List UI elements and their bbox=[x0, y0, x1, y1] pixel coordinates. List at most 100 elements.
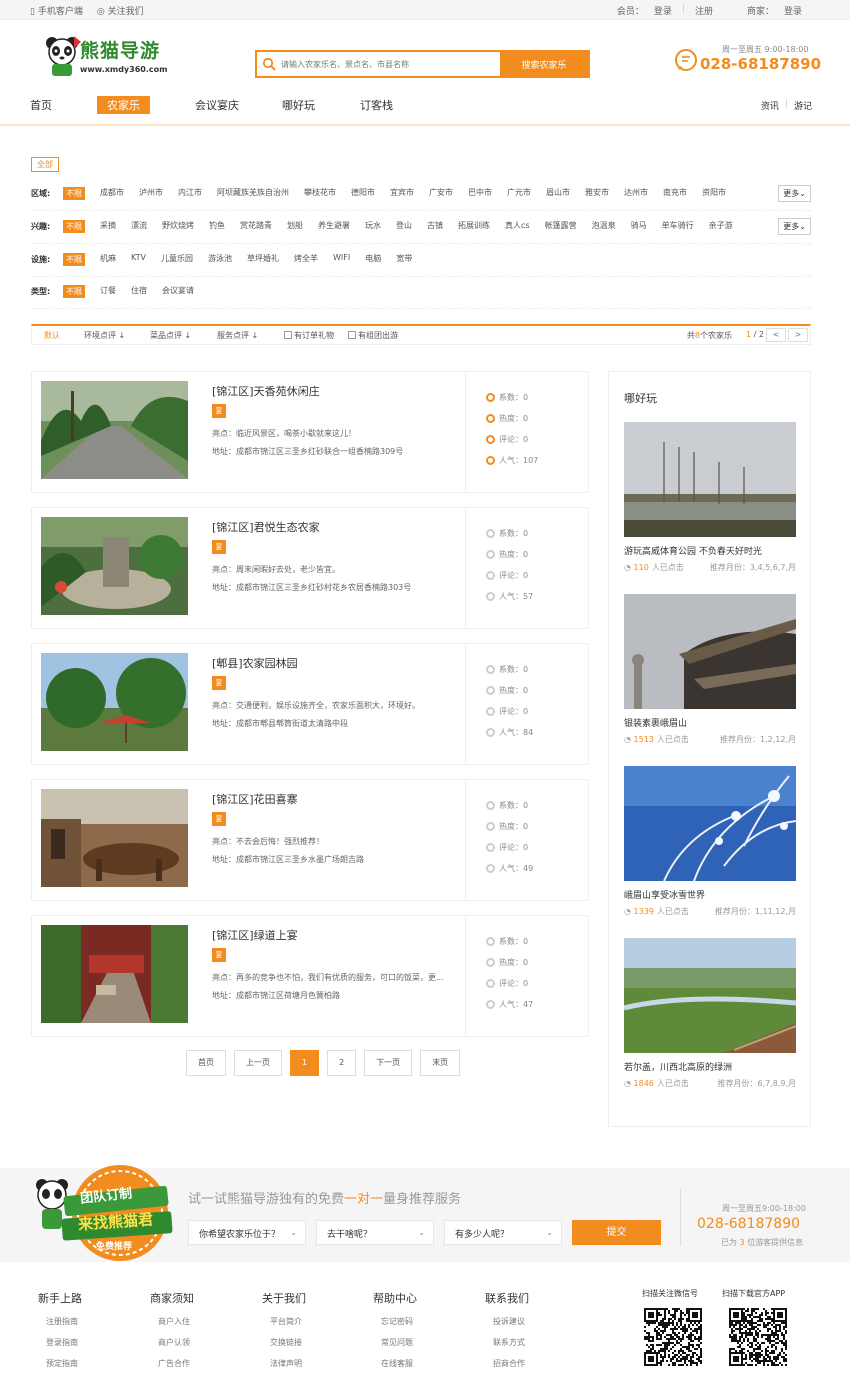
footer-link[interactable]: 投诉建议 bbox=[485, 1316, 529, 1327]
member-register-link[interactable]: 注册 bbox=[695, 4, 713, 17]
site-logo[interactable]: 熊猫导游 www.xmdy360.com bbox=[44, 34, 167, 80]
filter-option[interactable]: 拓展训练 bbox=[458, 220, 490, 233]
filter-option[interactable]: 采摘 bbox=[100, 220, 116, 233]
listing-name[interactable]: [锦江区]绿道上宴 bbox=[212, 927, 298, 943]
spot-card[interactable]: 若尔盖，川西北高原的绿洲 ◔ 1846 人已点击 推荐月份：6,7,8,9,月 bbox=[624, 938, 796, 1089]
filter-option[interactable]: 眉山市 bbox=[546, 187, 570, 200]
spot-name[interactable]: 银装素裹峨眉山 bbox=[624, 716, 796, 729]
spot-photo[interactable] bbox=[624, 422, 796, 537]
footer-link[interactable]: 广告合作 bbox=[150, 1358, 194, 1369]
filter-option[interactable]: 内江市 bbox=[178, 187, 202, 200]
footer-link[interactable]: 注册指南 bbox=[38, 1316, 82, 1327]
people-select[interactable]: 有多少人呢？ ⌄ bbox=[444, 1220, 562, 1245]
filter-option[interactable]: 德阳市 bbox=[351, 187, 375, 200]
spot-card[interactable]: 银装素裹峨眉山 ◔ 1513 人已点击 推荐月份：1,2,12,月 bbox=[624, 594, 796, 745]
filter-option[interactable]: 达州市 bbox=[624, 187, 648, 200]
footer-link[interactable]: 常见问题 bbox=[373, 1337, 417, 1348]
submit-button[interactable]: 提交 bbox=[572, 1220, 661, 1245]
sort-default[interactable]: 默认 bbox=[44, 330, 60, 341]
filter-option[interactable]: 亲子游 bbox=[709, 220, 733, 233]
footer-link[interactable]: 预定指南 bbox=[38, 1358, 82, 1369]
filter-option[interactable]: 广安市 bbox=[429, 187, 453, 200]
filter-option[interactable]: 玩水 bbox=[365, 220, 381, 233]
follow-us-link[interactable]: ◎ 关注我们 bbox=[97, 4, 144, 17]
footer-link[interactable]: 商户入住 bbox=[150, 1316, 194, 1327]
nav-book-inn[interactable]: 订客栈 bbox=[350, 96, 403, 114]
filter-option[interactable]: 不限 bbox=[63, 220, 85, 233]
spot-photo[interactable] bbox=[624, 766, 796, 881]
pager-page-2[interactable]: 2 bbox=[327, 1050, 357, 1076]
spot-name[interactable]: 峨眉山享受冰雪世界 bbox=[624, 888, 796, 901]
mobile-client-link[interactable]: ▯ 手机客户端 bbox=[30, 4, 83, 17]
filter-option[interactable]: 广元市 bbox=[507, 187, 531, 200]
filter-option[interactable]: 登山 bbox=[396, 220, 412, 233]
filter-option[interactable]: 儿童乐园 bbox=[161, 253, 193, 266]
member-login-link[interactable]: 登录 bbox=[654, 4, 672, 17]
sort-service[interactable]: 服务点评 ↓ bbox=[217, 330, 258, 341]
filter-option[interactable]: 南充市 bbox=[663, 187, 687, 200]
filter-option[interactable]: WIFI bbox=[333, 253, 350, 266]
nav-farmhouse[interactable]: 农家乐 bbox=[97, 96, 150, 114]
filter-option[interactable]: 成都市 bbox=[100, 187, 124, 200]
filter-option[interactable]: 雅安市 bbox=[585, 187, 609, 200]
nav-meeting-banquet[interactable]: 会议宴庆 bbox=[185, 96, 249, 114]
filter-option[interactable]: 电脑 bbox=[365, 253, 381, 266]
filter-option[interactable]: 阿坝藏族羌族自治州 bbox=[217, 187, 289, 200]
pager-last[interactable]: 末页 bbox=[420, 1050, 461, 1076]
filter-option[interactable]: 住宿 bbox=[131, 285, 147, 298]
filter-option[interactable]: KTV bbox=[131, 253, 146, 266]
filter-option[interactable]: 不限 bbox=[63, 253, 85, 266]
pager-next[interactable]: 下一页 bbox=[364, 1050, 413, 1076]
filter-option[interactable]: 骑马 bbox=[631, 220, 647, 233]
listing-photo[interactable] bbox=[41, 925, 188, 1023]
filter-option[interactable]: 机麻 bbox=[100, 253, 116, 266]
filter-option[interactable]: 不限 bbox=[63, 187, 85, 200]
filter-option[interactable]: 泸州市 bbox=[139, 187, 163, 200]
filter-option[interactable]: 游泳池 bbox=[208, 253, 232, 266]
footer-link[interactable]: 登录指南 bbox=[38, 1337, 82, 1348]
filter-gift-checkbox[interactable]: 有订单礼物 bbox=[284, 330, 334, 341]
listing-name[interactable]: [郫县]农家园林园 bbox=[212, 655, 298, 671]
filter-option[interactable]: 养生避暑 bbox=[318, 220, 350, 233]
sort-environment[interactable]: 环境点评 ↓ bbox=[84, 330, 125, 341]
footer-link[interactable]: 商户认领 bbox=[150, 1337, 194, 1348]
filter-group-checkbox[interactable]: 有组团出游 bbox=[348, 330, 398, 341]
spot-card[interactable]: 峨眉山享受冰雪世界 ◔ 1339 人已点击 推荐月份：1,11,12,月 bbox=[624, 766, 796, 917]
filter-option[interactable]: 泡温泉 bbox=[592, 220, 616, 233]
footer-link[interactable]: 在线客服 bbox=[373, 1358, 417, 1369]
search-button[interactable]: 搜索农家乐 bbox=[500, 52, 588, 76]
filter-option[interactable]: 漂流 bbox=[131, 220, 147, 233]
filter-option[interactable]: 不限 bbox=[63, 285, 85, 298]
footer-link[interactable]: 交换链接 bbox=[262, 1337, 306, 1348]
filter-option[interactable]: 资阳市 bbox=[702, 187, 726, 200]
listing-name[interactable]: [锦江区]天香苑休闲庄 bbox=[212, 383, 320, 399]
filter-option[interactable]: 宽带 bbox=[396, 253, 412, 266]
listing-card[interactable]: [锦江区]君悦生态农家宴亮点：周末闲暇好去处，老少皆宜。 地址：成都市锦江区三圣乡… bbox=[31, 507, 589, 629]
pager-page-1[interactable]: 1 bbox=[290, 1050, 320, 1076]
listing-card[interactable]: [锦江区]天香苑休闲庄宴亮点：临近风景区，喝茶小歇就来这儿！ 地址：成都市锦江区三… bbox=[31, 371, 589, 493]
filter-option[interactable]: 巴中市 bbox=[468, 187, 492, 200]
listing-photo[interactable] bbox=[41, 517, 188, 615]
listing-photo[interactable] bbox=[41, 653, 188, 751]
footer-link[interactable]: 招商合作 bbox=[485, 1358, 529, 1369]
footer-link[interactable]: 平台简介 bbox=[262, 1316, 306, 1327]
filter-all-tag[interactable]: 全部 bbox=[31, 157, 59, 172]
location-select[interactable]: 你希望农家乐位于？ ⌄ bbox=[188, 1220, 306, 1245]
next-page-button[interactable]: > bbox=[788, 328, 808, 342]
spot-name[interactable]: 游玩高威体育公园 不负春天好时光 bbox=[624, 544, 796, 557]
filter-more-button[interactable]: 更多⌄ bbox=[778, 185, 811, 202]
filter-option[interactable]: 订餐 bbox=[100, 285, 116, 298]
pager-first[interactable]: 首页 bbox=[186, 1050, 226, 1076]
prev-page-button[interactable]: < bbox=[766, 328, 786, 342]
filter-option[interactable]: 赏花踏青 bbox=[240, 220, 272, 233]
nav-news[interactable]: 资讯 bbox=[761, 99, 779, 112]
filter-option[interactable]: 攀枝花市 bbox=[304, 187, 336, 200]
listing-photo[interactable] bbox=[41, 789, 188, 887]
merchant-login-link[interactable]: 登录 bbox=[784, 4, 802, 17]
spot-name[interactable]: 若尔盖，川西北高原的绿洲 bbox=[624, 1060, 796, 1073]
filter-option[interactable]: 宜宾市 bbox=[390, 187, 414, 200]
spot-card[interactable]: 游玩高威体育公园 不负春天好时光 ◔ 110 人已点击 推荐月份：3,4,5,6,7,… bbox=[624, 422, 796, 573]
filter-option[interactable]: 会议宴请 bbox=[162, 285, 194, 298]
listing-name[interactable]: [锦江区]君悦生态农家 bbox=[212, 519, 320, 535]
spot-photo[interactable] bbox=[624, 938, 796, 1053]
